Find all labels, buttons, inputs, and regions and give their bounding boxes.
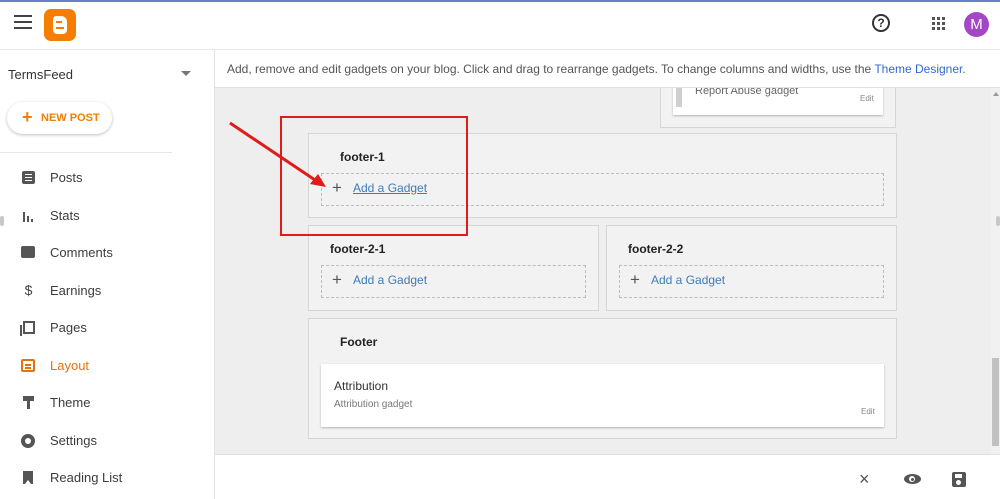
section-footer-2-2: footer-2-2 + Add a Gadget bbox=[606, 225, 897, 311]
blog-selector[interactable]: TermsFeed bbox=[0, 50, 214, 98]
resize-handle-left[interactable] bbox=[0, 216, 4, 226]
report-abuse-gadget[interactable]: Report Abuse gadget Edit bbox=[673, 88, 883, 115]
pages-icon bbox=[20, 321, 35, 336]
gadget-name: Report Abuse gadget bbox=[695, 88, 799, 97]
save-icon[interactable] bbox=[952, 472, 966, 487]
caret-down-icon bbox=[181, 71, 191, 76]
sidebar-item-label: Earnings bbox=[50, 283, 102, 298]
add-gadget-button[interactable]: + Add a Gadget bbox=[321, 265, 586, 298]
edit-link[interactable]: Edit bbox=[860, 94, 874, 103]
add-gadget-button[interactable]: + Add a Gadget bbox=[619, 265, 884, 298]
scroll-up-arrow-icon[interactable] bbox=[993, 92, 999, 96]
plus-icon: + bbox=[332, 270, 342, 289]
eye-icon[interactable] bbox=[904, 474, 921, 484]
section-footer-2-1: footer-2-1 + Add a Gadget bbox=[308, 225, 599, 311]
new-post-button[interactable]: + NEW POST bbox=[7, 102, 112, 134]
top-app-bar: ? M bbox=[0, 0, 1000, 50]
stats-icon bbox=[21, 208, 36, 223]
sidebar-item-posts[interactable]: Posts bbox=[0, 162, 214, 194]
sidebar-item-label: Reading List bbox=[50, 470, 123, 485]
avatar[interactable]: M bbox=[964, 12, 989, 37]
bottom-action-bar: × bbox=[215, 454, 1000, 499]
resize-handle-right[interactable] bbox=[996, 216, 1000, 226]
sidebar-item-pages[interactable]: Pages bbox=[0, 312, 214, 344]
sidebar-section-partial: Report Abuse gadget Edit bbox=[660, 88, 896, 128]
sidebar-item-layout[interactable]: Layout bbox=[0, 350, 214, 382]
info-message: Add, remove and edit gadgets on your blo… bbox=[227, 62, 872, 76]
layout-icon bbox=[21, 359, 35, 372]
scroll-thumb[interactable] bbox=[992, 358, 999, 446]
sidebar: TermsFeed + NEW POST Posts Stats Comment… bbox=[0, 50, 215, 499]
add-gadget-label: Add a Gadget bbox=[651, 273, 726, 287]
edit-link[interactable]: Edit bbox=[861, 407, 875, 416]
plus-icon: + bbox=[22, 107, 33, 127]
sidebar-divider bbox=[0, 152, 172, 153]
help-icon[interactable]: ? bbox=[872, 14, 890, 32]
gear-icon bbox=[21, 434, 35, 448]
sidebar-item-earnings[interactable]: $ Earnings bbox=[0, 275, 214, 307]
paint-roller-icon bbox=[21, 395, 36, 410]
section-footer: Footer Attribution Attribution gadget Ed… bbox=[308, 318, 897, 439]
gadget-type: Attribution gadget bbox=[334, 399, 413, 410]
plus-icon: + bbox=[332, 178, 342, 197]
section-title: footer-2-2 bbox=[628, 242, 684, 256]
drag-handle[interactable] bbox=[676, 88, 682, 107]
sidebar-item-label: Layout bbox=[50, 358, 90, 373]
section-title: footer-1 bbox=[340, 150, 385, 164]
sidebar-item-comments[interactable]: Comments bbox=[0, 237, 214, 269]
close-icon[interactable]: × bbox=[859, 470, 870, 488]
layout-canvas: Report Abuse gadget Edit footer-1 + Add … bbox=[215, 88, 1000, 454]
layout-main: Add, remove and edit gadgets on your blo… bbox=[215, 50, 1000, 499]
add-gadget-label: Add a Gadget bbox=[353, 273, 428, 287]
section-footer-1: footer-1 + Add a Gadget bbox=[308, 133, 897, 218]
sidebar-item-theme[interactable]: Theme bbox=[0, 387, 214, 419]
info-period: . bbox=[962, 62, 966, 76]
bookmark-icon bbox=[23, 471, 33, 484]
add-gadget-label: Add a Gadget bbox=[353, 181, 428, 195]
gadget-name: Attribution bbox=[334, 379, 389, 393]
top-accent-line bbox=[0, 0, 1000, 2]
theme-designer-link[interactable]: Theme Designer bbox=[874, 62, 962, 76]
sidebar-item-label: Settings bbox=[50, 433, 97, 448]
sidebar-item-settings[interactable]: Settings bbox=[0, 425, 214, 457]
blogger-logo[interactable] bbox=[44, 9, 76, 41]
sidebar-item-label: Theme bbox=[50, 395, 91, 410]
sidebar-item-stats[interactable]: Stats bbox=[0, 200, 214, 232]
blog-name: TermsFeed bbox=[8, 67, 74, 82]
sidebar-item-label: Pages bbox=[50, 320, 87, 335]
attribution-gadget[interactable]: Attribution Attribution gadget Edit bbox=[321, 364, 884, 427]
dollar-icon: $ bbox=[24, 282, 33, 298]
info-text: Add, remove and edit gadgets on your blo… bbox=[227, 62, 966, 76]
sidebar-item-label: Comments bbox=[50, 245, 113, 260]
new-post-label: NEW POST bbox=[41, 112, 100, 124]
scrollbar[interactable] bbox=[991, 88, 1000, 454]
sidebar-item-label: Stats bbox=[50, 208, 80, 223]
apps-grid-icon[interactable] bbox=[932, 17, 946, 31]
sidebar-item-reading-list[interactable]: Reading List bbox=[0, 462, 214, 494]
posts-icon bbox=[22, 171, 35, 184]
info-bar: Add, remove and edit gadgets on your blo… bbox=[215, 50, 1000, 88]
comments-icon bbox=[21, 246, 35, 258]
hamburger-menu-icon[interactable] bbox=[14, 15, 32, 29]
plus-icon: + bbox=[630, 270, 640, 289]
section-title: footer-2-1 bbox=[330, 242, 386, 256]
section-title: Footer bbox=[340, 335, 378, 349]
add-gadget-button[interactable]: + Add a Gadget bbox=[321, 173, 884, 206]
sidebar-item-label: Posts bbox=[50, 170, 83, 185]
